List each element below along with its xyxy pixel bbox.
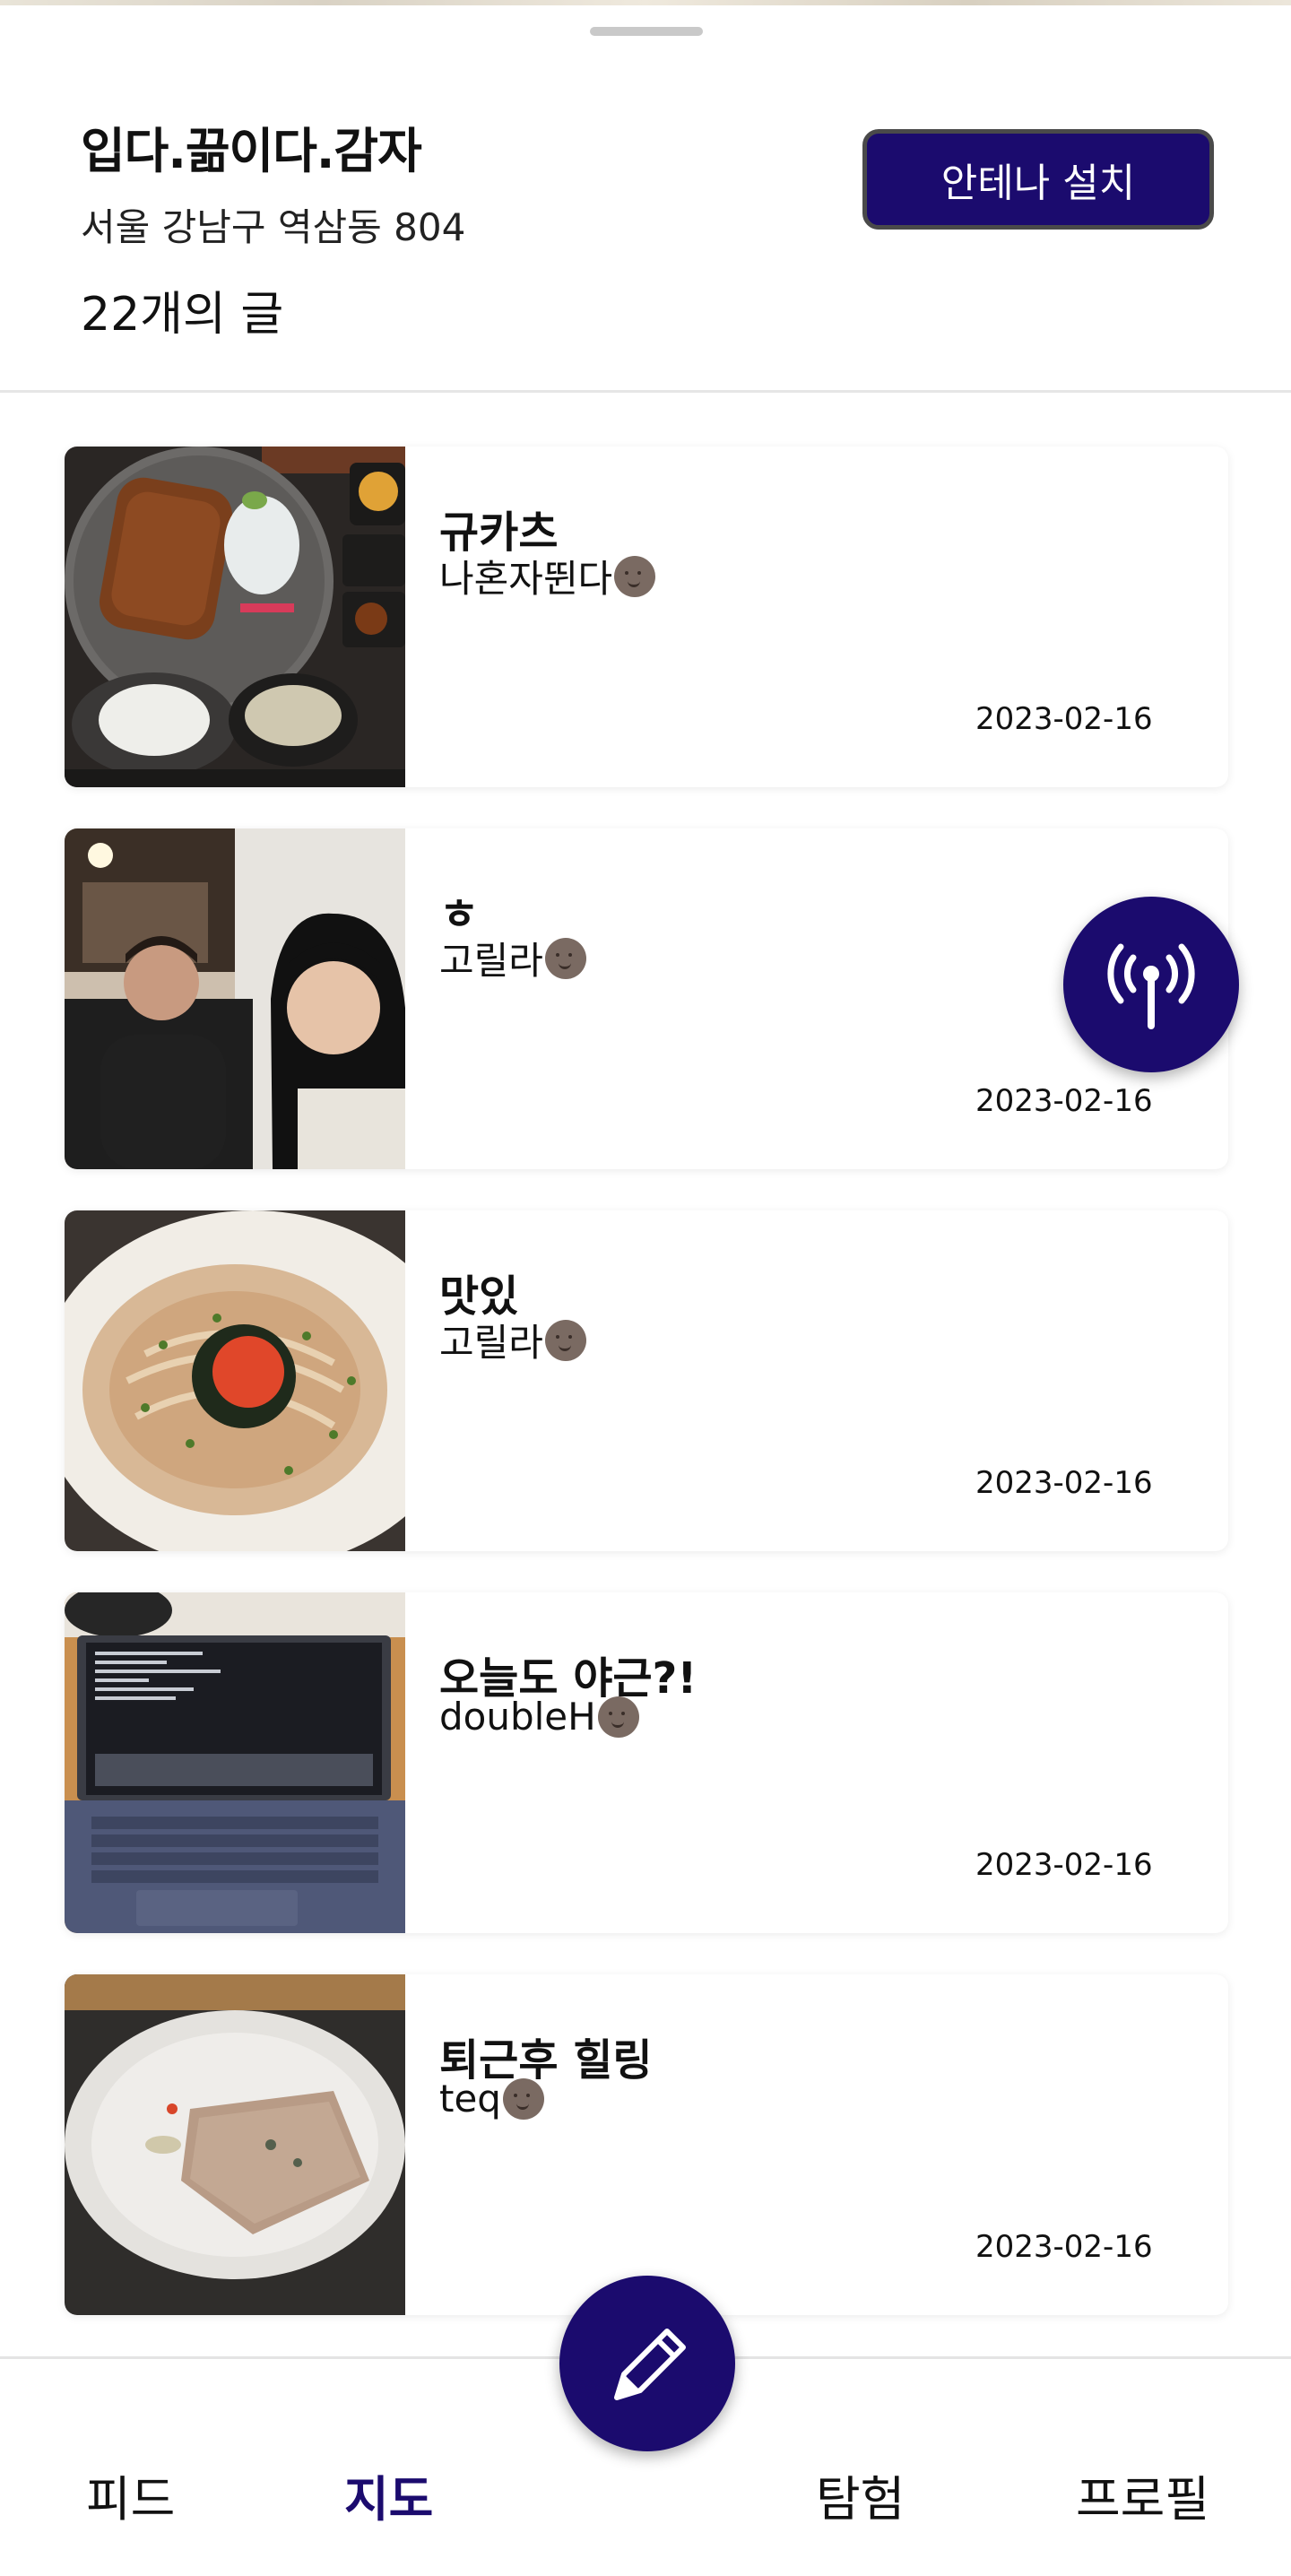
author-name: doubleH — [439, 1695, 596, 1739]
avatar-icon — [614, 555, 656, 597]
pencil-icon — [614, 2329, 686, 2400]
post-photo — [65, 447, 405, 787]
antenna-button[interactable] — [1063, 897, 1239, 1072]
avatar-icon — [544, 937, 586, 979]
map-peek — [0, 0, 1291, 5]
post-card[interactable]: 맛있 고릴라 2023-02-16 — [65, 1210, 1228, 1551]
author-name: 나혼자뛴다 — [439, 557, 613, 601]
post-date: 2023-02-16 — [975, 701, 1153, 737]
nav-map[interactable]: 지도 — [344, 2459, 433, 2530]
post-photo — [65, 1974, 405, 2315]
post-author: 고릴라 — [439, 1313, 586, 1367]
post-card[interactable]: ㅎ 고릴라 2023-02-16 — [65, 828, 1228, 1169]
post-card[interactable]: 퇴근후 힐링 teq 2023-02-16 — [65, 1974, 1228, 2315]
post-card[interactable]: 규카츠 나혼자뛴다 2023-02-16 — [65, 447, 1228, 787]
post-count: 22개의 글 — [81, 288, 284, 342]
post-photo — [65, 1592, 405, 1933]
nav-profile[interactable]: 프로필 — [1076, 2459, 1209, 2530]
avatar-icon — [502, 2077, 544, 2120]
place-sheet: 입다.끎이다.감자 서울 강남구 역삼동 804 22개의 글 안테나 설치 규… — [0, 0, 1291, 2576]
post-author: 나혼자뛴다 — [439, 549, 656, 603]
place-header: 입다.끎이다.감자 서울 강남구 역삼동 804 22개의 글 안테나 설치 — [0, 54, 1291, 393]
place-name: 입다.끎이다.감자 — [81, 123, 422, 179]
avatar-icon — [544, 1319, 586, 1361]
post-author: 고릴라 — [439, 931, 586, 985]
post-photo — [65, 828, 405, 1169]
post-date: 2023-02-16 — [975, 1847, 1153, 1883]
nav-explore[interactable]: 탐험 — [816, 2459, 905, 2530]
post-date: 2023-02-16 — [975, 1465, 1153, 1501]
author-name: 고릴라 — [439, 1321, 543, 1365]
author-name: 고릴라 — [439, 939, 543, 983]
drag-handle[interactable] — [590, 27, 703, 36]
post-photo — [65, 1210, 405, 1551]
post-date: 2023-02-16 — [975, 2229, 1153, 2265]
post-card[interactable]: 오늘도 야근?! doubleH 2023-02-16 — [65, 1592, 1228, 1933]
post-date: 2023-02-16 — [975, 1083, 1153, 1119]
antenna-icon — [1107, 943, 1195, 1029]
install-antenna-button[interactable]: 안테나 설치 — [862, 129, 1214, 230]
post-author: doubleH — [439, 1695, 639, 1739]
post-author: teq — [439, 2077, 544, 2121]
nav-feed[interactable]: 피드 — [86, 2459, 175, 2530]
write-post-button[interactable] — [559, 2276, 735, 2451]
place-address: 서울 강남구 역삼동 804 — [81, 205, 466, 249]
author-name: teq — [439, 2077, 501, 2121]
avatar-icon — [597, 1696, 639, 1738]
